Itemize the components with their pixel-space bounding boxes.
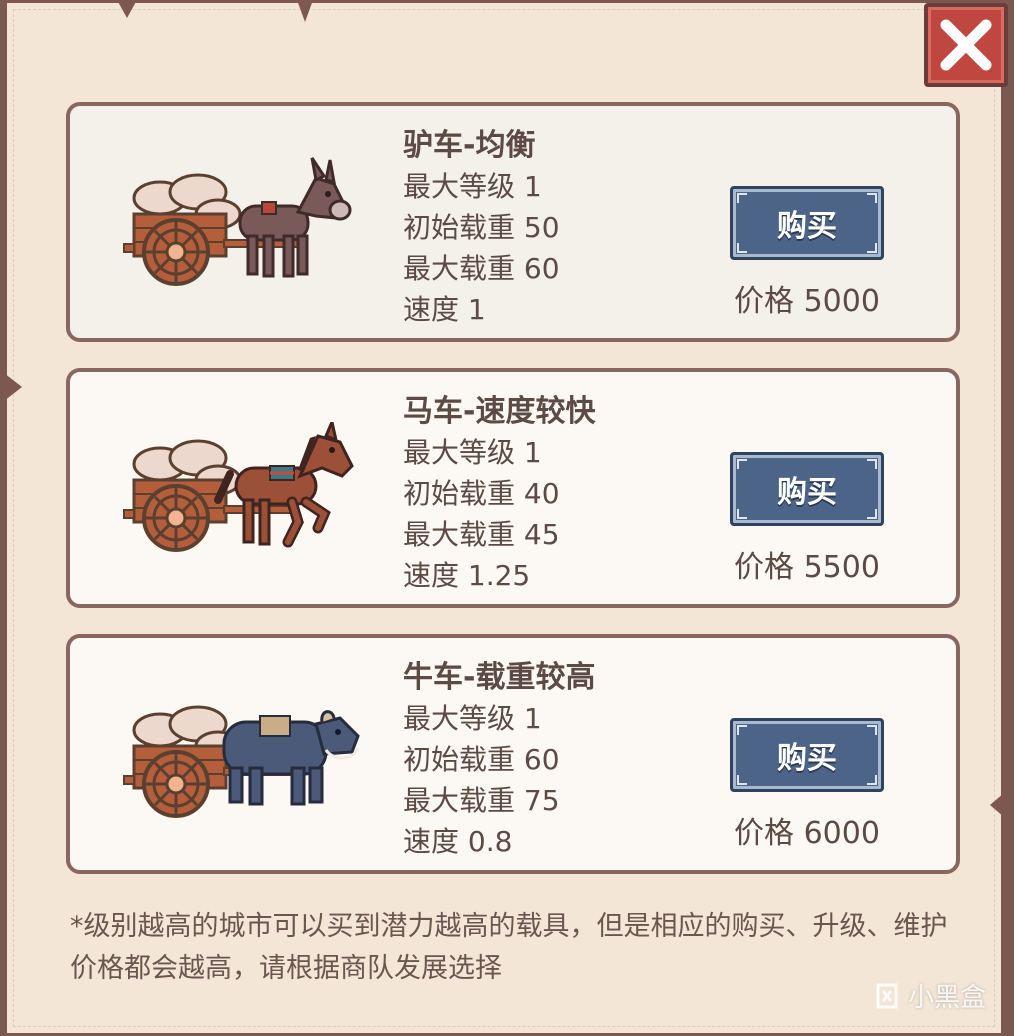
buy-button-ox[interactable]: 购买 (730, 718, 884, 792)
vehicle-title: 马车-速度较快 (403, 394, 596, 429)
vehicle-card-donkey: 驴车-均衡 最大等级 1 初始载重 50 最大载重 60 速度 1 购买 价格 … (66, 102, 960, 342)
stat-max-load: 最大载重 45 (403, 518, 560, 551)
paper-tear (117, 0, 137, 18)
stat-max-level: 最大等级 1 (403, 436, 542, 469)
vehicle-info: 牛车-载重较高 最大等级 1 初始载重 60 最大载重 75 速度 0.8 (403, 658, 595, 862)
stat-initial-load: 初始载重 40 (403, 477, 560, 510)
stat-initial-load: 初始载重 50 (403, 211, 560, 244)
close-button[interactable] (924, 3, 1008, 87)
stat-max-load: 最大载重 60 (403, 252, 560, 285)
paper-tear (990, 793, 1004, 817)
stat-max-level: 最大等级 1 (403, 702, 542, 735)
stat-speed: 速度 1 (403, 293, 486, 326)
paper-tear (297, 0, 313, 22)
stat-speed: 速度 0.8 (403, 825, 513, 858)
stat-max-load: 最大载重 75 (403, 784, 560, 817)
watermark: 小黑盒 (872, 977, 986, 1014)
vehicle-info: 马车-速度较快 最大等级 1 初始载重 40 最大载重 45 速度 1.25 (403, 392, 595, 596)
ox-cart-icon (123, 705, 360, 818)
donkey-cart-icon (123, 157, 352, 286)
paper-tear (4, 373, 22, 401)
stat-initial-load: 初始载重 60 (403, 743, 560, 776)
close-x-icon (940, 19, 992, 71)
vehicle-card-horse: 马车-速度较快 最大等级 1 初始载重 40 最大载重 45 速度 1.25 购… (66, 368, 960, 608)
vehicle-title: 驴车-均衡 (403, 128, 536, 163)
buy-button-label: 购买 (777, 741, 837, 776)
stat-max-level: 最大等级 1 (403, 170, 542, 203)
stat-speed: 速度 1.25 (403, 559, 531, 592)
vehicle-card-ox: 牛车-载重较高 最大等级 1 初始载重 60 最大载重 75 速度 0.8 购买… (66, 634, 960, 874)
price-label: 价格 5000 (734, 284, 880, 319)
price-label: 价格 6000 (734, 816, 880, 851)
buy-button-donkey[interactable]: 购买 (730, 186, 884, 260)
buy-button-label: 购买 (777, 475, 837, 510)
buy-button-horse[interactable]: 购买 (730, 452, 884, 526)
vehicle-title: 牛车-载重较高 (403, 660, 596, 695)
watermark-text: 小黑盒 (907, 983, 986, 1013)
footnote: *级别越高的城市可以买到潜力越高的载具，但是相应的购买、升级、维护价格都会越高，… (70, 911, 948, 984)
vehicle-info: 驴车-均衡 最大等级 1 初始载重 50 最大载重 60 速度 1 (403, 126, 560, 330)
buy-button-label: 购买 (777, 209, 837, 244)
horse-cart-icon (123, 422, 354, 552)
price-label: 价格 5500 (734, 550, 880, 585)
logo-icon (876, 983, 898, 1008)
